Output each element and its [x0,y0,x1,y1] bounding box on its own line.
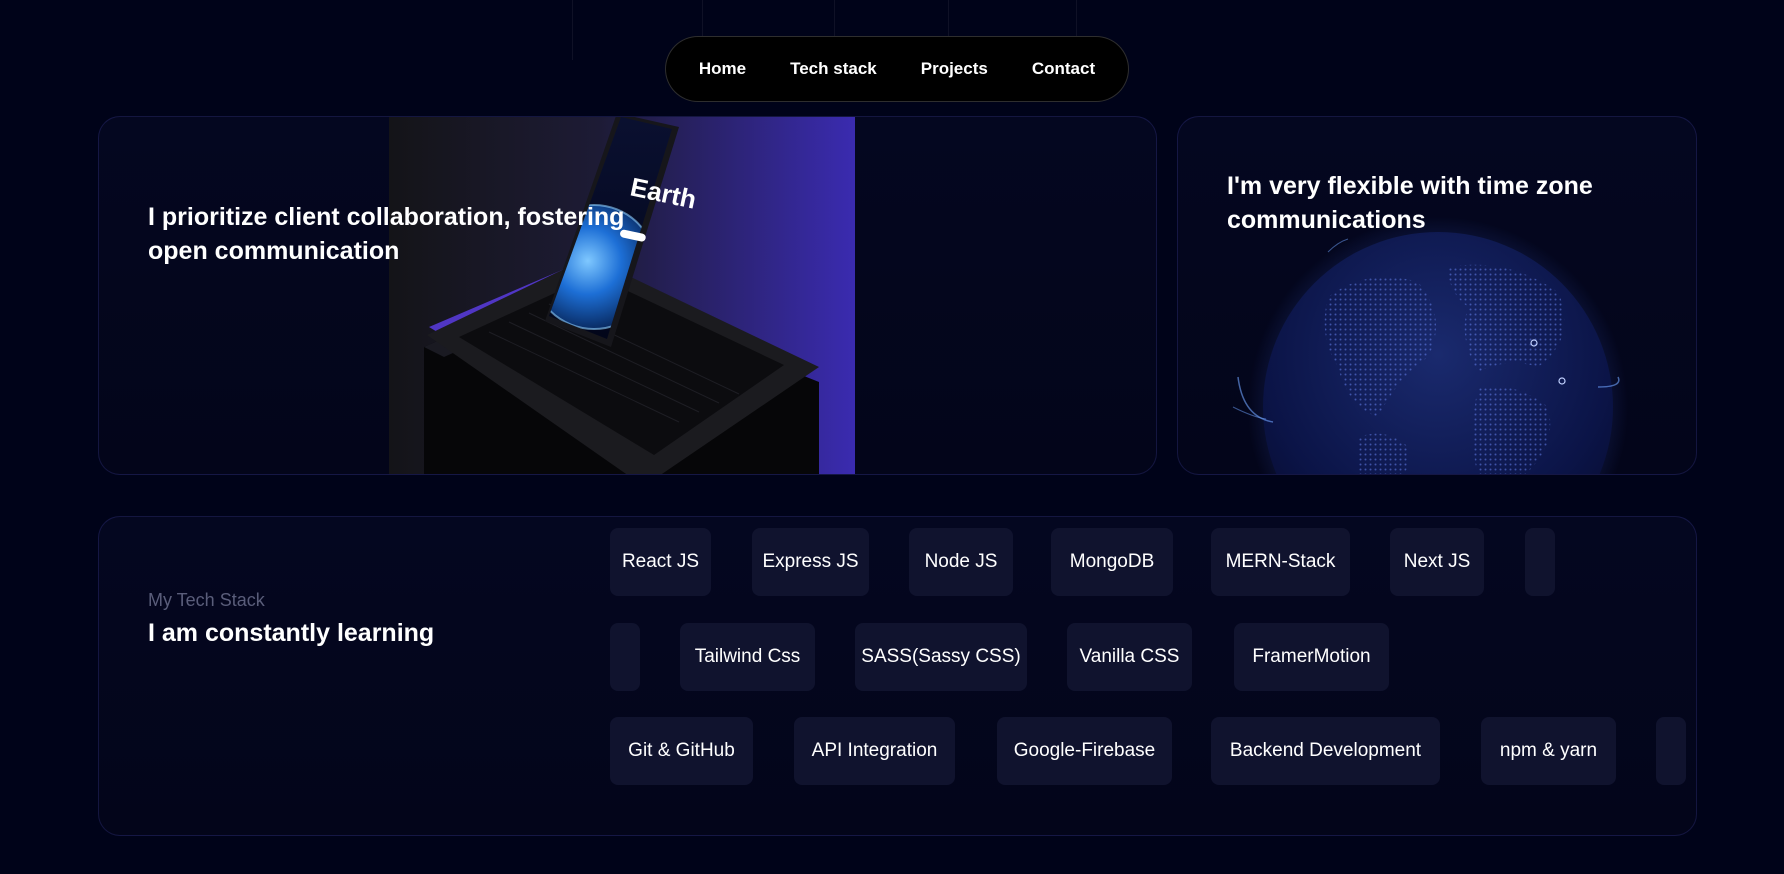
tech-pill: Git & GitHub [610,717,753,785]
tech-stack-heading: I am constantly learning [148,619,435,647]
tech-pill-partial [1525,528,1555,596]
tech-pill-partial [1656,717,1686,785]
collaboration-title: I prioritize client collaboration, foste… [148,203,625,265]
nav-tech-stack-link[interactable]: Tech stack [790,59,877,79]
tech-pill: Vanilla CSS [1067,623,1192,691]
tech-pill: Backend Development [1211,717,1440,785]
tech-pill: Tailwind Css [680,623,815,691]
tech-pill: Next JS [1390,528,1484,596]
tech-stack-card: My Tech Stack I am constantly learning R… [98,516,1697,836]
background-grid-line [572,0,573,60]
tech-pill: FramerMotion [1234,623,1389,691]
nav-home-link[interactable]: Home [699,59,746,79]
tech-pill: React JS [610,528,711,596]
tech-pill: Express JS [752,528,869,596]
tech-pill: Google-Firebase [997,717,1172,785]
tech-pill: API Integration [794,717,955,785]
tech-pill: MERN-Stack [1211,528,1350,596]
tech-pill-partial [610,623,640,691]
floating-navbar: Home Tech stack Projects Contact [665,36,1129,102]
timezone-card: I'm very flexible with time zone communi… [1177,116,1697,475]
timezone-title: I'm very flexible with time zone communi… [1227,172,1593,234]
tech-pill: Node JS [909,528,1013,596]
tech-pill: npm & yarn [1481,717,1616,785]
collaboration-card: Earth I prioritize client collaboration,… [98,116,1157,475]
laptop-image: Earth [389,117,855,474]
tech-stack-subtitle: My Tech Stack [148,590,265,610]
tech-pill: MongoDB [1051,528,1173,596]
nav-contact-link[interactable]: Contact [1032,59,1095,79]
nav-projects-link[interactable]: Projects [921,59,988,79]
tech-pill: SASS(Sassy CSS) [855,623,1027,691]
